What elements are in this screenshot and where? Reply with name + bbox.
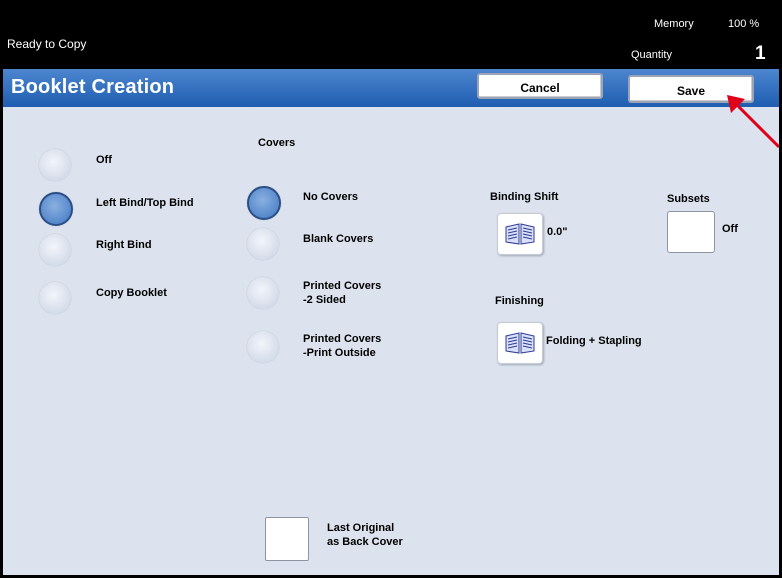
radio-left-bind-top-bind[interactable]	[39, 192, 73, 226]
printed-covers-outside-line1: Printed Covers	[303, 333, 382, 345]
radio-printed-covers-print-outside[interactable]	[247, 331, 279, 363]
page-title: Booklet Creation	[11, 76, 175, 98]
last-original-line1: Last Original	[327, 522, 395, 534]
binding-shift-button[interactable]	[497, 213, 543, 255]
printed-covers-2-sided-line2: -2 Sided	[303, 294, 346, 306]
arrow-pointer-icon	[727, 95, 779, 149]
subsets-value: Off	[722, 223, 738, 235]
radio-copy-booklet-label: Copy Booklet	[96, 287, 167, 299]
cancel-button[interactable]: Cancel	[477, 73, 603, 99]
radio-right-bind[interactable]	[39, 234, 71, 266]
screen-frame: Ready to Copy Memory 100 % Quantity 1 Bo…	[0, 0, 782, 578]
binding-shift-heading: Binding Shift	[490, 191, 559, 203]
status-text: Ready to Copy	[7, 37, 87, 51]
radio-no-covers[interactable]	[247, 186, 281, 220]
finishing-button[interactable]	[497, 322, 543, 364]
printed-covers-2-sided-line1: Printed Covers	[303, 280, 382, 292]
radio-blank-covers-label: Blank Covers	[303, 233, 374, 245]
status-bar: Ready to Copy Memory 100 % Quantity 1	[3, 3, 779, 69]
quantity-label: Quantity	[631, 49, 672, 61]
radio-off-label: Off	[96, 154, 112, 166]
radio-blank-covers[interactable]	[247, 228, 279, 260]
memory-value: 100 %	[728, 18, 760, 30]
covers-heading: Covers	[258, 137, 296, 149]
radio-copy-booklet[interactable]	[39, 282, 71, 314]
memory-label: Memory	[654, 18, 694, 30]
finishing-heading: Finishing	[495, 295, 544, 307]
quantity-value: 1	[755, 43, 766, 64]
radio-printed-covers-2-sided[interactable]	[247, 277, 279, 309]
radio-no-covers-label: No Covers	[303, 191, 359, 203]
subsets-heading: Subsets	[667, 193, 710, 205]
last-original-line2: as Back Cover	[327, 536, 403, 548]
binding-shift-value: 0.0"	[547, 226, 568, 238]
radio-left-bind-label: Left Bind/Top Bind	[96, 197, 194, 209]
subsets-toggle[interactable]	[667, 211, 715, 253]
booklet-icon	[505, 332, 535, 354]
settings-panel: Off Left Bind/Top Bind Right Bind Copy B…	[3, 107, 779, 575]
booklet-icon	[505, 223, 535, 245]
finishing-value: Folding + Stapling	[546, 335, 642, 347]
radio-off[interactable]	[39, 149, 71, 181]
printed-covers-outside-line2: -Print Outside	[303, 347, 376, 359]
radio-right-bind-label: Right Bind	[96, 239, 152, 251]
last-original-checkbox[interactable]	[265, 517, 309, 561]
